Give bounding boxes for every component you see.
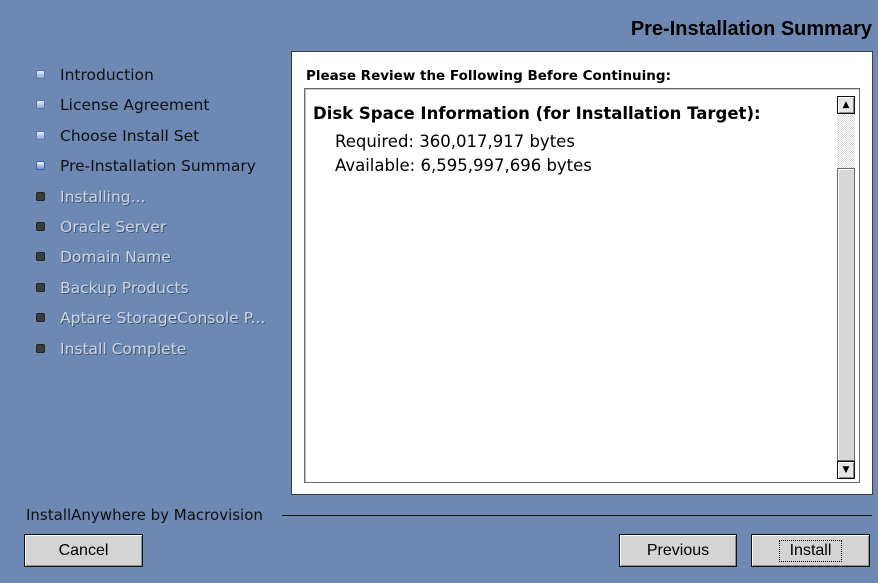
step-pending-icon xyxy=(36,343,45,353)
summary-panel: Please Review the Following Before Conti… xyxy=(291,51,873,495)
step-backup-products: Backup Products xyxy=(36,275,310,305)
scrollbar-track[interactable] xyxy=(837,114,855,461)
step-pending-icon xyxy=(36,221,45,231)
step-install-complete: Install Complete xyxy=(36,336,310,366)
scroll-down-arrow-icon[interactable]: ▼ xyxy=(837,461,855,479)
step-aptare-storageconsole: Aptare StorageConsole P... xyxy=(36,305,310,335)
step-complete-icon xyxy=(36,100,45,110)
step-installing: Installing... xyxy=(36,184,310,214)
disk-space-heading: Disk Space Information (for Installation… xyxy=(313,104,761,123)
step-label: Oracle Server xyxy=(60,217,167,236)
step-list: Introduction License Agreement Choose In… xyxy=(36,62,310,366)
step-oracle-server: Oracle Server xyxy=(36,214,310,244)
step-pending-icon xyxy=(36,191,45,201)
step-pending-icon xyxy=(36,313,45,323)
panel-heading: Please Review the Following Before Conti… xyxy=(306,68,671,84)
scroll-up-arrow-icon[interactable]: ▲ xyxy=(837,96,855,114)
page-title: Pre-Installation Summary xyxy=(630,18,872,40)
step-label: License Agreement xyxy=(60,96,210,115)
step-current-icon xyxy=(36,161,45,171)
step-label: Introduction xyxy=(60,66,154,84)
step-complete-icon xyxy=(36,130,45,140)
step-label: Choose Install Set xyxy=(60,126,200,145)
step-label: Installing... xyxy=(60,187,146,206)
previous-button[interactable]: Previous xyxy=(619,534,737,567)
step-label: Pre-Installation Summary xyxy=(60,157,256,176)
available-space-text: Available: 6,595,997,696 bytes xyxy=(335,156,592,175)
step-pending-icon xyxy=(36,282,45,292)
installer-brand-label: InstallAnywhere by Macrovision xyxy=(26,506,263,524)
summary-text-area[interactable]: Disk Space Information (for Installation… xyxy=(304,88,860,483)
step-complete-icon xyxy=(36,70,45,79)
step-choose-install-set: Choose Install Set xyxy=(36,123,310,153)
cancel-button[interactable]: Cancel xyxy=(24,534,143,567)
step-pending-icon xyxy=(36,252,45,262)
step-license-agreement: License Agreement xyxy=(36,92,310,122)
install-button-label: Install xyxy=(778,539,843,562)
step-pre-installation-summary: Pre-Installation Summary xyxy=(36,153,310,183)
step-label: Domain Name xyxy=(60,248,171,267)
step-label: Aptare StorageConsole P... xyxy=(60,309,266,328)
step-label: Install Complete xyxy=(60,339,187,358)
required-space-text: Required: 360,017,917 bytes xyxy=(335,132,575,151)
footer-divider xyxy=(282,515,872,516)
vertical-scrollbar[interactable]: ▲ ▼ xyxy=(837,96,855,479)
step-domain-name: Domain Name xyxy=(36,244,310,274)
step-introduction: Introduction xyxy=(36,62,310,92)
step-label: Backup Products xyxy=(60,278,189,297)
scrollbar-thumb[interactable] xyxy=(837,168,855,461)
install-button[interactable]: Install xyxy=(751,534,870,567)
